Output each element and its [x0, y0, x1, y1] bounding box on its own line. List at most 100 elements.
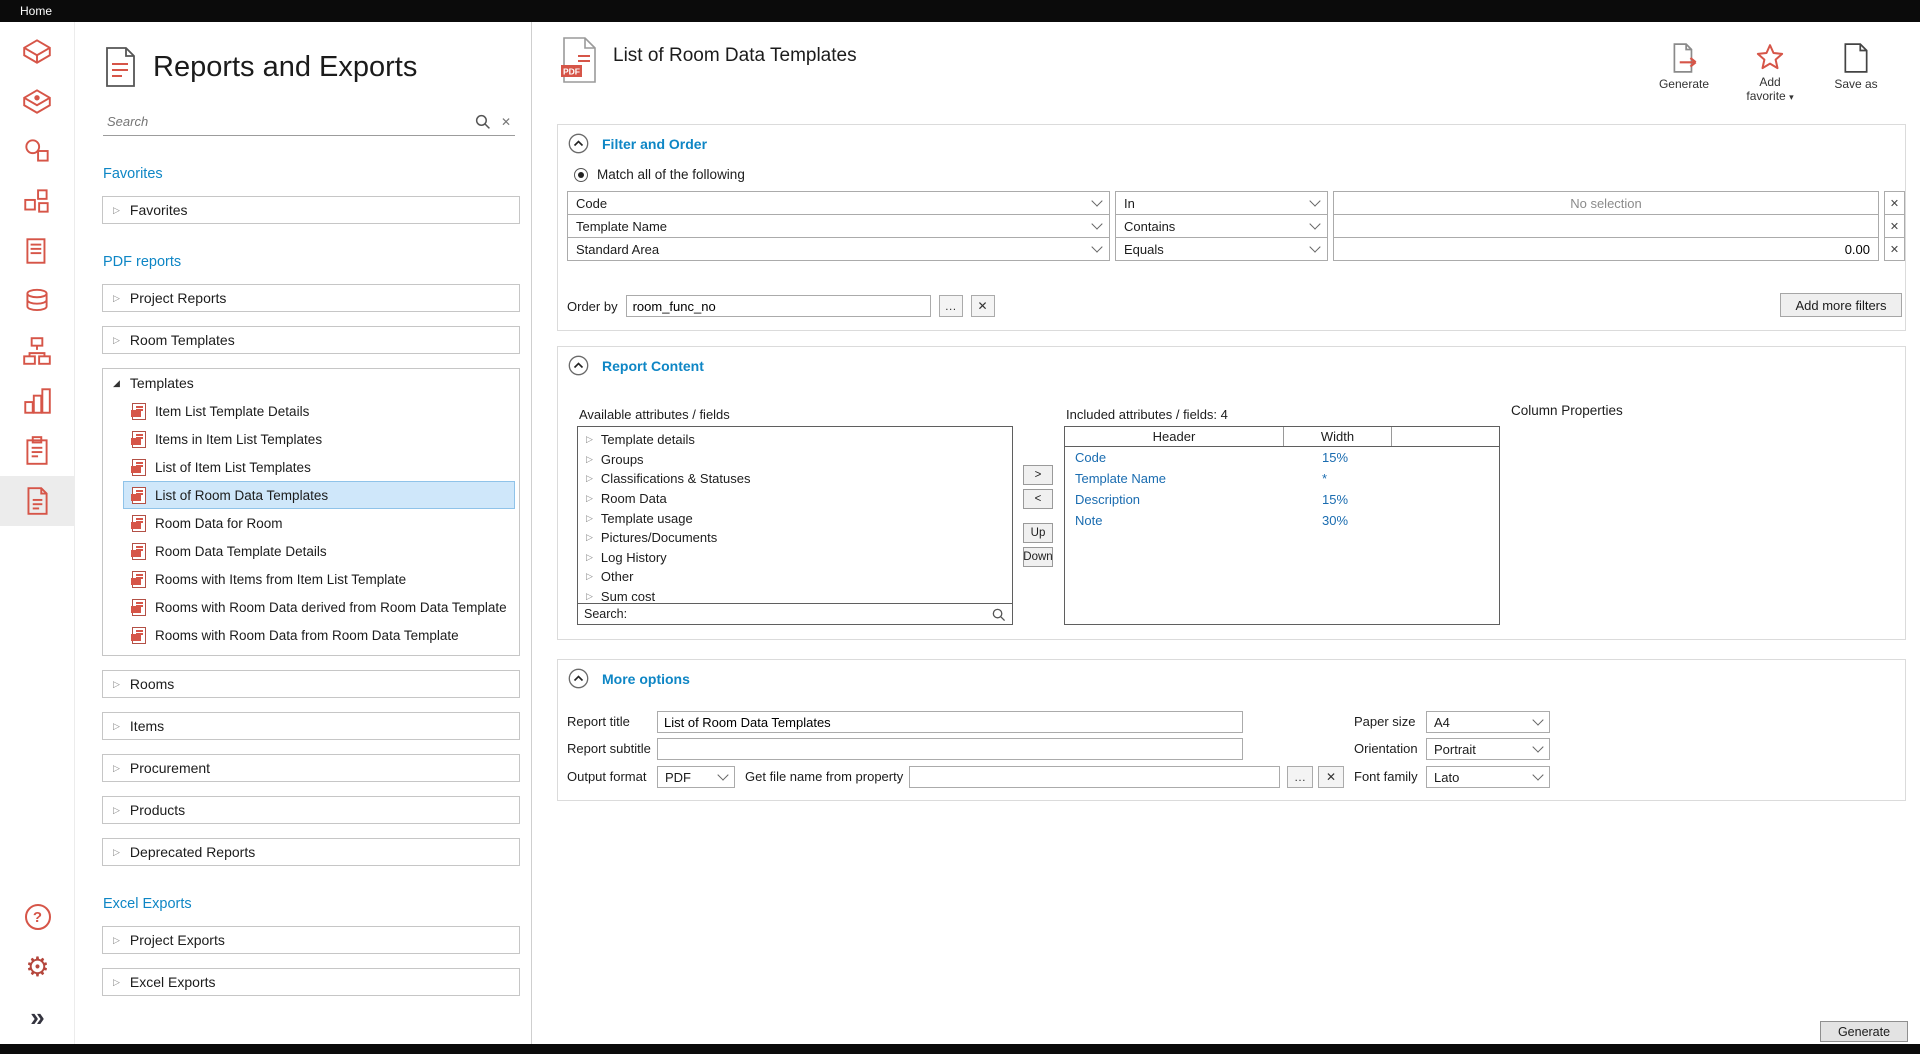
- tree-node-template-usage[interactable]: ▷Template usage: [578, 508, 1012, 528]
- add-attribute-button[interactable]: >: [1023, 465, 1053, 485]
- report-item-label: Rooms with Items from Item List Template: [155, 572, 406, 587]
- report-item-room-data-for-room[interactable]: Room Data for Room: [123, 509, 515, 537]
- sidebar-group-project-reports[interactable]: ▷ Project Reports: [102, 284, 520, 312]
- sidebar-group-room-templates[interactable]: ▷ Room Templates: [102, 326, 520, 354]
- paper-size-dropdown[interactable]: A4: [1426, 711, 1550, 733]
- orientation-label: Orientation: [1354, 738, 1418, 760]
- group-label: Deprecated Reports: [130, 844, 255, 860]
- sidebar-group-rooms[interactable]: ▷ Rooms: [102, 670, 520, 698]
- settings-button[interactable]: ⚙: [0, 942, 75, 992]
- report-item-list-of-item-list-templates[interactable]: List of Item List Templates: [123, 453, 515, 481]
- collapsed-triangle-icon: ▷: [586, 571, 593, 582]
- add-favorite-button[interactable]: Add favorite ▾: [1730, 42, 1810, 104]
- sidebar-group-project-exports[interactable]: ▷ Project Exports: [102, 926, 520, 954]
- add-more-filters-button[interactable]: Add more filters: [1780, 293, 1902, 317]
- room-function-module-icon[interactable]: [0, 76, 75, 126]
- filter-value-input[interactable]: [1334, 215, 1878, 237]
- sidebar-group-procurement[interactable]: ▷ Procurement: [102, 754, 520, 782]
- reports-module-icon[interactable]: [0, 476, 75, 526]
- order-by-clear-icon[interactable]: ✕: [971, 295, 995, 317]
- collapse-rail-button[interactable]: »: [0, 992, 75, 1042]
- filter-operator-dropdown[interactable]: Equals: [1115, 237, 1328, 261]
- search-icon[interactable]: [474, 113, 491, 130]
- home-tab[interactable]: Home: [20, 4, 52, 18]
- sidebar-group-products[interactable]: ▷ Products: [102, 796, 520, 824]
- sidebar-group-items[interactable]: ▷ Items: [102, 712, 520, 740]
- filter-value-input[interactable]: [1334, 238, 1878, 260]
- report-item-rooms-with-items-from-item-list-template[interactable]: Rooms with Items from Item List Template: [123, 565, 515, 593]
- sidebar-group-favorites[interactable]: ▷ Favorites: [102, 196, 520, 224]
- order-by-browse-button[interactable]: …: [939, 295, 963, 317]
- filter-section-header[interactable]: Filter and Order: [568, 133, 707, 154]
- match-all-label: Match all of the following: [597, 167, 745, 182]
- report-item-rooms-with-room-data[interactable]: Rooms with Room Data from Room Data Temp…: [123, 621, 515, 649]
- finance-module-icon[interactable]: [0, 276, 75, 326]
- report-item-room-data-template-details[interactable]: Room Data Template Details: [123, 537, 515, 565]
- filter-field-dropdown[interactable]: Code: [567, 191, 1110, 215]
- tree-node-sum-cost[interactable]: ▷Sum cost: [578, 587, 1012, 603]
- rooms-module-icon[interactable]: [0, 26, 75, 76]
- collapsed-triangle-icon: ▷: [586, 454, 593, 465]
- report-item-list-of-room-data-templates[interactable]: List of Room Data Templates: [123, 481, 515, 509]
- remove-attribute-button[interactable]: <: [1023, 489, 1053, 509]
- tree-node-groups[interactable]: ▷Groups: [578, 450, 1012, 470]
- report-item-items-in-item-list-templates[interactable]: Items in Item List Templates: [123, 425, 515, 453]
- included-row-note[interactable]: Note 30%: [1065, 510, 1499, 531]
- save-as-button[interactable]: Save as: [1816, 42, 1896, 104]
- tree-node-template-details[interactable]: ▷Template details: [578, 430, 1012, 450]
- report-content-header[interactable]: Report Content: [568, 355, 704, 376]
- filter-field-dropdown[interactable]: Standard Area: [567, 237, 1110, 261]
- included-row-template-name[interactable]: Template Name *: [1065, 468, 1499, 489]
- logistics-module-icon[interactable]: [0, 426, 75, 476]
- move-up-button[interactable]: Up: [1023, 523, 1053, 543]
- remove-filter-icon[interactable]: ✕: [1884, 191, 1905, 215]
- orientation-dropdown[interactable]: Portrait: [1426, 738, 1550, 760]
- generate-button[interactable]: Generate: [1820, 1021, 1908, 1042]
- search-icon[interactable]: [991, 607, 1006, 622]
- systems-module-icon[interactable]: [0, 326, 75, 376]
- output-format-dropdown[interactable]: PDF: [657, 766, 735, 788]
- get-file-name-label: Get file name from property: [745, 766, 903, 788]
- included-row-description[interactable]: Description 15%: [1065, 489, 1499, 510]
- products-module-icon[interactable]: [0, 126, 75, 176]
- get-file-clear-icon[interactable]: ✕: [1318, 766, 1344, 788]
- get-file-browse-button[interactable]: …: [1287, 766, 1313, 788]
- filter-value-input[interactable]: [1334, 192, 1878, 214]
- filter-field-dropdown[interactable]: Template Name: [567, 214, 1110, 238]
- report-subtitle-input[interactable]: [657, 738, 1243, 760]
- remove-filter-icon[interactable]: ✕: [1884, 214, 1905, 238]
- match-all-radio[interactable]: [574, 168, 588, 182]
- sidebar-group-templates[interactable]: ◢ Templates: [103, 369, 519, 397]
- generate-toolbar-button[interactable]: Generate: [1644, 42, 1724, 104]
- filter-operator-dropdown[interactable]: In: [1115, 191, 1328, 215]
- tree-node-pictures-documents[interactable]: ▷Pictures/Documents: [578, 528, 1012, 548]
- classification-module-icon[interactable]: [0, 376, 75, 426]
- report-item-item-list-template-details[interactable]: Item List Template Details: [123, 397, 515, 425]
- font-family-dropdown[interactable]: Lato: [1426, 766, 1550, 788]
- excel-exports-section-header: Excel Exports: [103, 896, 531, 912]
- collapsed-triangle-icon: ▷: [113, 721, 120, 732]
- tree-node-log-history[interactable]: ▷Log History: [578, 548, 1012, 568]
- report-title-label: Report title: [567, 711, 630, 733]
- report-item-rooms-with-room-data-derived[interactable]: Rooms with Room Data derived from Room D…: [123, 593, 515, 621]
- move-down-button[interactable]: Down: [1023, 547, 1053, 567]
- tree-node-room-data[interactable]: ▷Room Data: [578, 489, 1012, 509]
- report-title-input[interactable]: [657, 711, 1243, 733]
- documents-module-icon[interactable]: [0, 226, 75, 276]
- help-button[interactable]: ?: [0, 892, 75, 942]
- included-row-code[interactable]: Code 15%: [1065, 447, 1499, 468]
- tree-node-other[interactable]: ▷Other: [578, 567, 1012, 587]
- get-file-name-input[interactable]: [909, 766, 1280, 788]
- items-module-icon[interactable]: [0, 176, 75, 226]
- clear-search-icon[interactable]: ✕: [501, 115, 511, 129]
- group-label: Products: [130, 802, 185, 818]
- tree-node-classifications[interactable]: ▷Classifications & Statuses: [578, 469, 1012, 489]
- sidebar-group-deprecated-reports[interactable]: ▷ Deprecated Reports: [102, 838, 520, 866]
- filter-operator-dropdown[interactable]: Contains: [1115, 214, 1328, 238]
- sidebar-search-input[interactable]: [107, 114, 464, 129]
- collapsed-triangle-icon: ▷: [113, 805, 120, 816]
- more-options-header[interactable]: More options: [568, 668, 690, 689]
- order-by-input[interactable]: [626, 295, 931, 317]
- sidebar-group-excel-exports[interactable]: ▷ Excel Exports: [102, 968, 520, 996]
- remove-filter-icon[interactable]: ✕: [1884, 237, 1905, 261]
